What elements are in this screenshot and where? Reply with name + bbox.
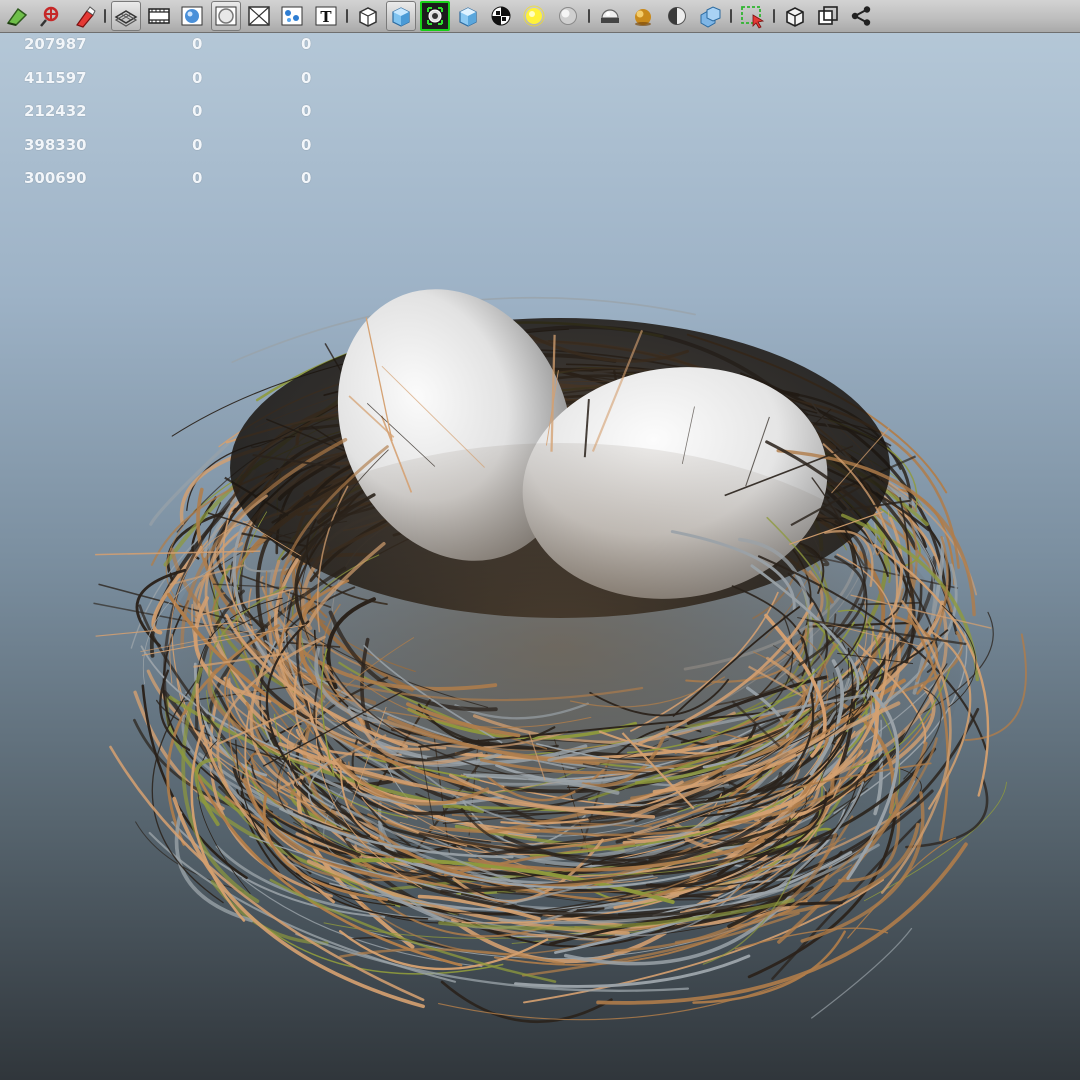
soft-select-button[interactable]	[35, 1, 65, 31]
toolbar-separator	[728, 3, 734, 29]
shaded-cube-icon	[388, 3, 414, 29]
hud-stats: 207987 0 0 411597 0 0 212432 0 0 398330 0 0 300690 0 0	[0, 33, 340, 203]
toolbar-separator	[771, 3, 777, 29]
3d-viewport[interactable]: 207987 0 0 411597 0 0 212432 0 0 398330 0 0 300690 0 0	[0, 33, 1080, 1080]
circle-frame-button[interactable]	[210, 1, 241, 31]
isolate-select-icon	[422, 3, 448, 29]
paint-effects-icon	[71, 3, 97, 29]
hud-value: 398330	[24, 135, 87, 154]
gold-sphere-icon	[630, 3, 656, 29]
outline-cube-icon	[782, 3, 808, 29]
text-button[interactable]: T	[311, 1, 341, 31]
hud-row: 398330 0 0	[0, 136, 340, 158]
checker-ball-button[interactable]	[486, 1, 516, 31]
gray-sphere-button[interactable]	[553, 1, 583, 31]
texture-icon	[279, 3, 305, 29]
hud-value: 0	[192, 68, 203, 87]
blue-cubes-icon	[697, 3, 723, 29]
wire-cube-button[interactable]	[353, 1, 383, 31]
frame-all-button[interactable]	[813, 1, 843, 31]
dome-light-button[interactable]	[595, 1, 625, 31]
light-bulb-icon	[521, 3, 547, 29]
hud-value: 212432	[24, 102, 87, 120]
hud-value: 0	[192, 169, 203, 187]
toolbar-separator	[586, 3, 592, 29]
hud-value: 0	[192, 135, 203, 154]
isolate-select-button[interactable]	[419, 1, 450, 31]
half-sphere-icon	[664, 3, 690, 29]
hud-row: 207987 0 0	[0, 35, 340, 57]
toolbar-separator	[344, 3, 350, 29]
smooth-shade-icon	[179, 3, 205, 29]
hud-value: 207987	[24, 35, 87, 53]
cube-button[interactable]	[453, 1, 483, 31]
select-region-icon	[739, 3, 765, 29]
shaded-cube-button[interactable]	[386, 1, 417, 31]
soft-select-icon	[37, 3, 63, 29]
straw-strand	[811, 927, 913, 1019]
film-gate-button[interactable]	[144, 1, 174, 31]
share-icon	[848, 3, 874, 29]
text-icon: T	[313, 3, 339, 29]
blue-cubes-button[interactable]	[695, 1, 725, 31]
frame-all-icon	[815, 3, 841, 29]
hud-row: 212432 0 0	[0, 102, 340, 124]
select-region-button[interactable]	[737, 1, 767, 31]
smooth-shade-button[interactable]	[177, 1, 207, 31]
wireframe-box-button[interactable]	[244, 1, 274, 31]
light-bulb-button[interactable]	[519, 1, 549, 31]
gray-sphere-icon	[555, 3, 581, 29]
dome-light-icon	[597, 3, 623, 29]
hud-value: 411597	[24, 68, 87, 87]
hud-value: 0	[192, 102, 203, 120]
outline-cube-button[interactable]	[780, 1, 810, 31]
wireframe-box-icon	[246, 3, 272, 29]
svg-text:T: T	[320, 8, 332, 26]
hud-value: 0	[301, 68, 312, 87]
paint-effects-button[interactable]	[69, 1, 99, 31]
checker-ball-icon	[488, 3, 514, 29]
snap-together-button[interactable]	[2, 1, 32, 31]
film-gate-icon	[146, 3, 172, 29]
grid-button[interactable]	[110, 1, 141, 31]
snap-together-icon	[4, 3, 30, 29]
gold-sphere-button[interactable]	[628, 1, 658, 31]
wire-cube-icon	[355, 3, 381, 29]
hud-value: 0	[192, 35, 203, 53]
hud-row: 300690 0 0	[0, 169, 340, 191]
hud-value: 0	[301, 135, 312, 154]
viewport-toolbar: T	[0, 0, 1080, 33]
hud-value: 0	[301, 35, 312, 53]
hud-value: 0	[301, 102, 312, 120]
circle-frame-icon	[213, 3, 239, 29]
hud-value: 0	[301, 169, 312, 187]
texture-button[interactable]	[277, 1, 307, 31]
cube-icon	[455, 3, 481, 29]
share-button[interactable]	[846, 1, 876, 31]
half-sphere-button[interactable]	[662, 1, 692, 31]
grid-icon	[113, 3, 139, 29]
hud-value: 300690	[24, 169, 87, 187]
toolbar-separator	[102, 3, 108, 29]
hud-row: 411597 0 0	[0, 69, 340, 91]
